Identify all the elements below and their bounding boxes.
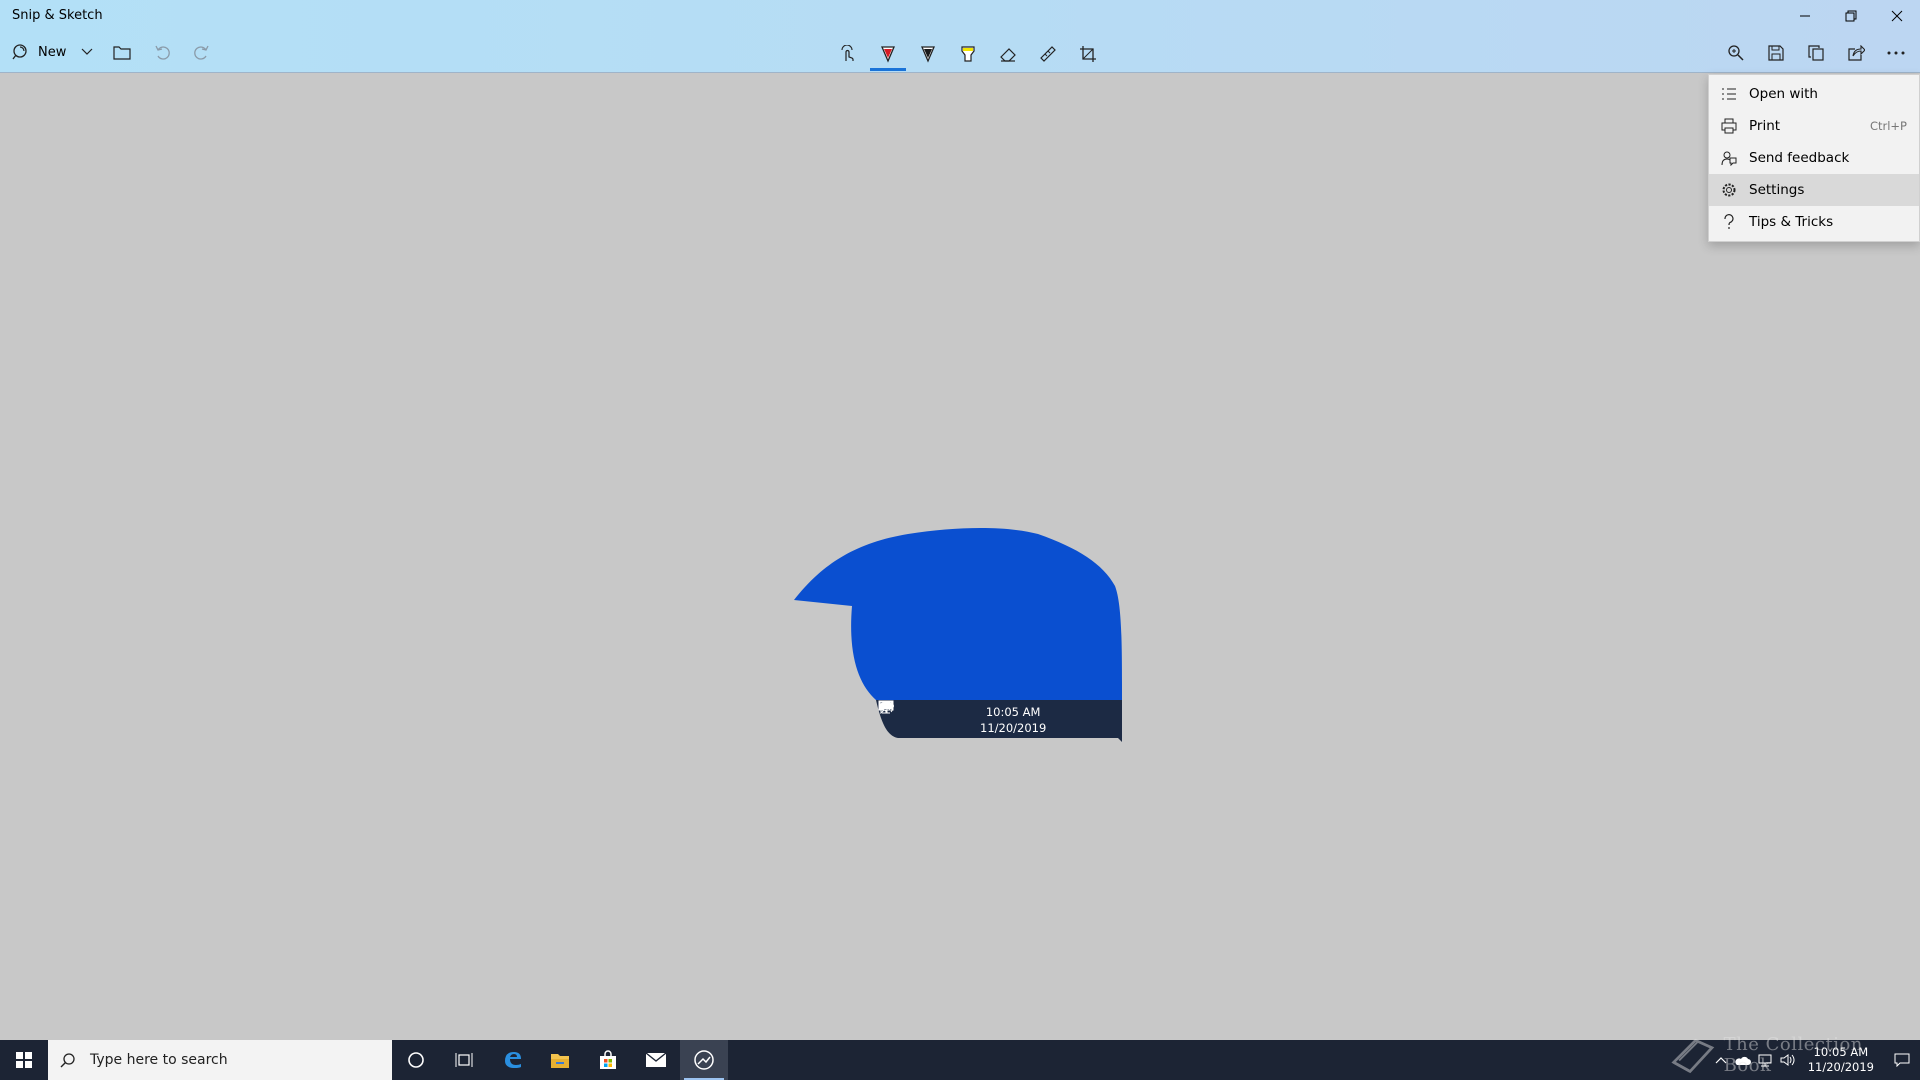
- copy-button[interactable]: [1796, 36, 1836, 70]
- menu-label: Open with: [1749, 86, 1818, 102]
- pencil-icon: [921, 46, 935, 63]
- save-icon: [1768, 45, 1784, 61]
- snip-sketch-button[interactable]: [680, 1040, 728, 1080]
- start-button[interactable]: [0, 1040, 48, 1080]
- file-explorer-button[interactable]: [536, 1040, 584, 1080]
- menu-item-open-with[interactable]: Open with: [1709, 78, 1919, 110]
- crop-icon: [1080, 46, 1096, 62]
- zoom-button[interactable]: [1716, 36, 1756, 70]
- task-view-icon: [455, 1053, 473, 1067]
- eraser-icon: [1000, 48, 1016, 62]
- share-button[interactable]: [1836, 36, 1876, 70]
- redo-button[interactable]: [182, 38, 222, 66]
- highlighter-button[interactable]: [948, 37, 988, 71]
- mail-icon: [645, 1052, 667, 1067]
- menu-label: Send feedback: [1749, 150, 1850, 166]
- gear-icon: [1719, 180, 1739, 200]
- windows-taskbar: Type here to search 10:05 AM 11/20/2019: [0, 1040, 1920, 1080]
- new-snip-button[interactable]: New: [12, 38, 72, 66]
- app-title: Snip & Sketch: [12, 8, 103, 23]
- file-explorer-icon: [551, 1054, 569, 1068]
- title-bar: Snip & Sketch New: [0, 0, 1920, 73]
- feedback-icon: [1719, 148, 1739, 168]
- pencil-button[interactable]: [908, 37, 948, 71]
- crop-button[interactable]: [1068, 37, 1108, 71]
- question-icon: [1719, 212, 1739, 232]
- chevron-down-icon: [81, 48, 93, 55]
- more-icon: [1887, 51, 1905, 55]
- search-placeholder: Type here to search: [90, 1052, 228, 1068]
- open-with-icon: [1719, 84, 1739, 104]
- left-toolbar: New: [12, 38, 222, 66]
- search-icon: [60, 1053, 75, 1068]
- store-icon: [600, 1050, 616, 1069]
- open-folder-icon: [113, 46, 131, 60]
- menu-item-print[interactable]: Print Ctrl+P: [1709, 110, 1919, 142]
- task-view-button[interactable]: [440, 1040, 488, 1080]
- restore-button[interactable]: [1828, 0, 1874, 32]
- drawing-toolbar: [828, 36, 1108, 72]
- snip-sketch-icon: [694, 1050, 714, 1070]
- menu-label: Tips & Tricks: [1749, 214, 1834, 230]
- cortana-icon: [408, 1052, 424, 1068]
- cortana-button[interactable]: [392, 1040, 440, 1080]
- ruler-button[interactable]: [1028, 37, 1068, 71]
- mail-button[interactable]: [632, 1040, 680, 1080]
- minimize-button[interactable]: [1782, 0, 1828, 32]
- more-button[interactable]: [1876, 36, 1916, 70]
- menu-label: Settings: [1749, 182, 1805, 198]
- watermark-text: The Collection Book: [1723, 1034, 1863, 1076]
- snip-canvas[interactable]: 10:05 AM 11/20/2019: [0, 74, 1920, 1036]
- highlighter-icon: [961, 46, 975, 62]
- window-controls: [1782, 0, 1920, 32]
- edge-button[interactable]: [488, 1040, 536, 1080]
- touch-writing-button[interactable]: [828, 37, 868, 71]
- zoom-icon: [1728, 45, 1744, 61]
- copy-icon: [1808, 45, 1824, 61]
- menu-label: Print: [1749, 118, 1781, 134]
- ballpoint-pen-icon: [881, 46, 895, 63]
- menu-item-send-feedback[interactable]: Send feedback: [1709, 142, 1919, 174]
- minimize-icon: [1800, 15, 1810, 17]
- snip-clock: 10:05 AM 11/20/2019: [980, 704, 1046, 736]
- redo-icon: [194, 45, 209, 60]
- snip-time: 10:05 AM: [985, 705, 1041, 719]
- restore-icon: [1845, 10, 1857, 22]
- captured-snip: 10:05 AM 11/20/2019: [788, 514, 1133, 744]
- print-icon: [1719, 116, 1739, 136]
- store-button[interactable]: [584, 1040, 632, 1080]
- undo-button[interactable]: [142, 38, 182, 66]
- undo-icon: [155, 45, 171, 60]
- ruler-icon: [1040, 46, 1056, 62]
- menu-item-tips-tricks[interactable]: Tips & Tricks: [1709, 206, 1919, 238]
- open-file-button[interactable]: [102, 38, 142, 66]
- share-icon: [1847, 45, 1865, 61]
- taskbar-search-box[interactable]: Type here to search: [48, 1040, 392, 1080]
- watermark: The Collection Book: [1670, 1030, 1900, 1080]
- more-menu: Open with Print Ctrl+P Send feedback Set…: [1708, 74, 1920, 242]
- print-shortcut: Ctrl+P: [1869, 119, 1907, 133]
- book-logo-icon: [1671, 1038, 1715, 1074]
- new-snip-icon: [12, 44, 27, 60]
- windows-logo-icon: [16, 1052, 32, 1068]
- edge-icon: [505, 1052, 521, 1068]
- eraser-button[interactable]: [988, 37, 1028, 71]
- snip-tray: 10:05 AM 11/20/2019: [878, 700, 1118, 740]
- new-snip-label: New: [38, 44, 67, 60]
- menu-item-settings[interactable]: Settings: [1709, 174, 1919, 206]
- right-toolbar: [1716, 36, 1916, 70]
- close-icon: [1891, 10, 1903, 22]
- close-button[interactable]: [1874, 0, 1920, 32]
- ballpoint-pen-button[interactable]: [868, 37, 908, 71]
- snip-date: 11/20/2019: [980, 721, 1047, 735]
- touch-writing-icon: [841, 45, 854, 61]
- new-snip-dropdown[interactable]: [72, 38, 102, 66]
- save-button[interactable]: [1756, 36, 1796, 70]
